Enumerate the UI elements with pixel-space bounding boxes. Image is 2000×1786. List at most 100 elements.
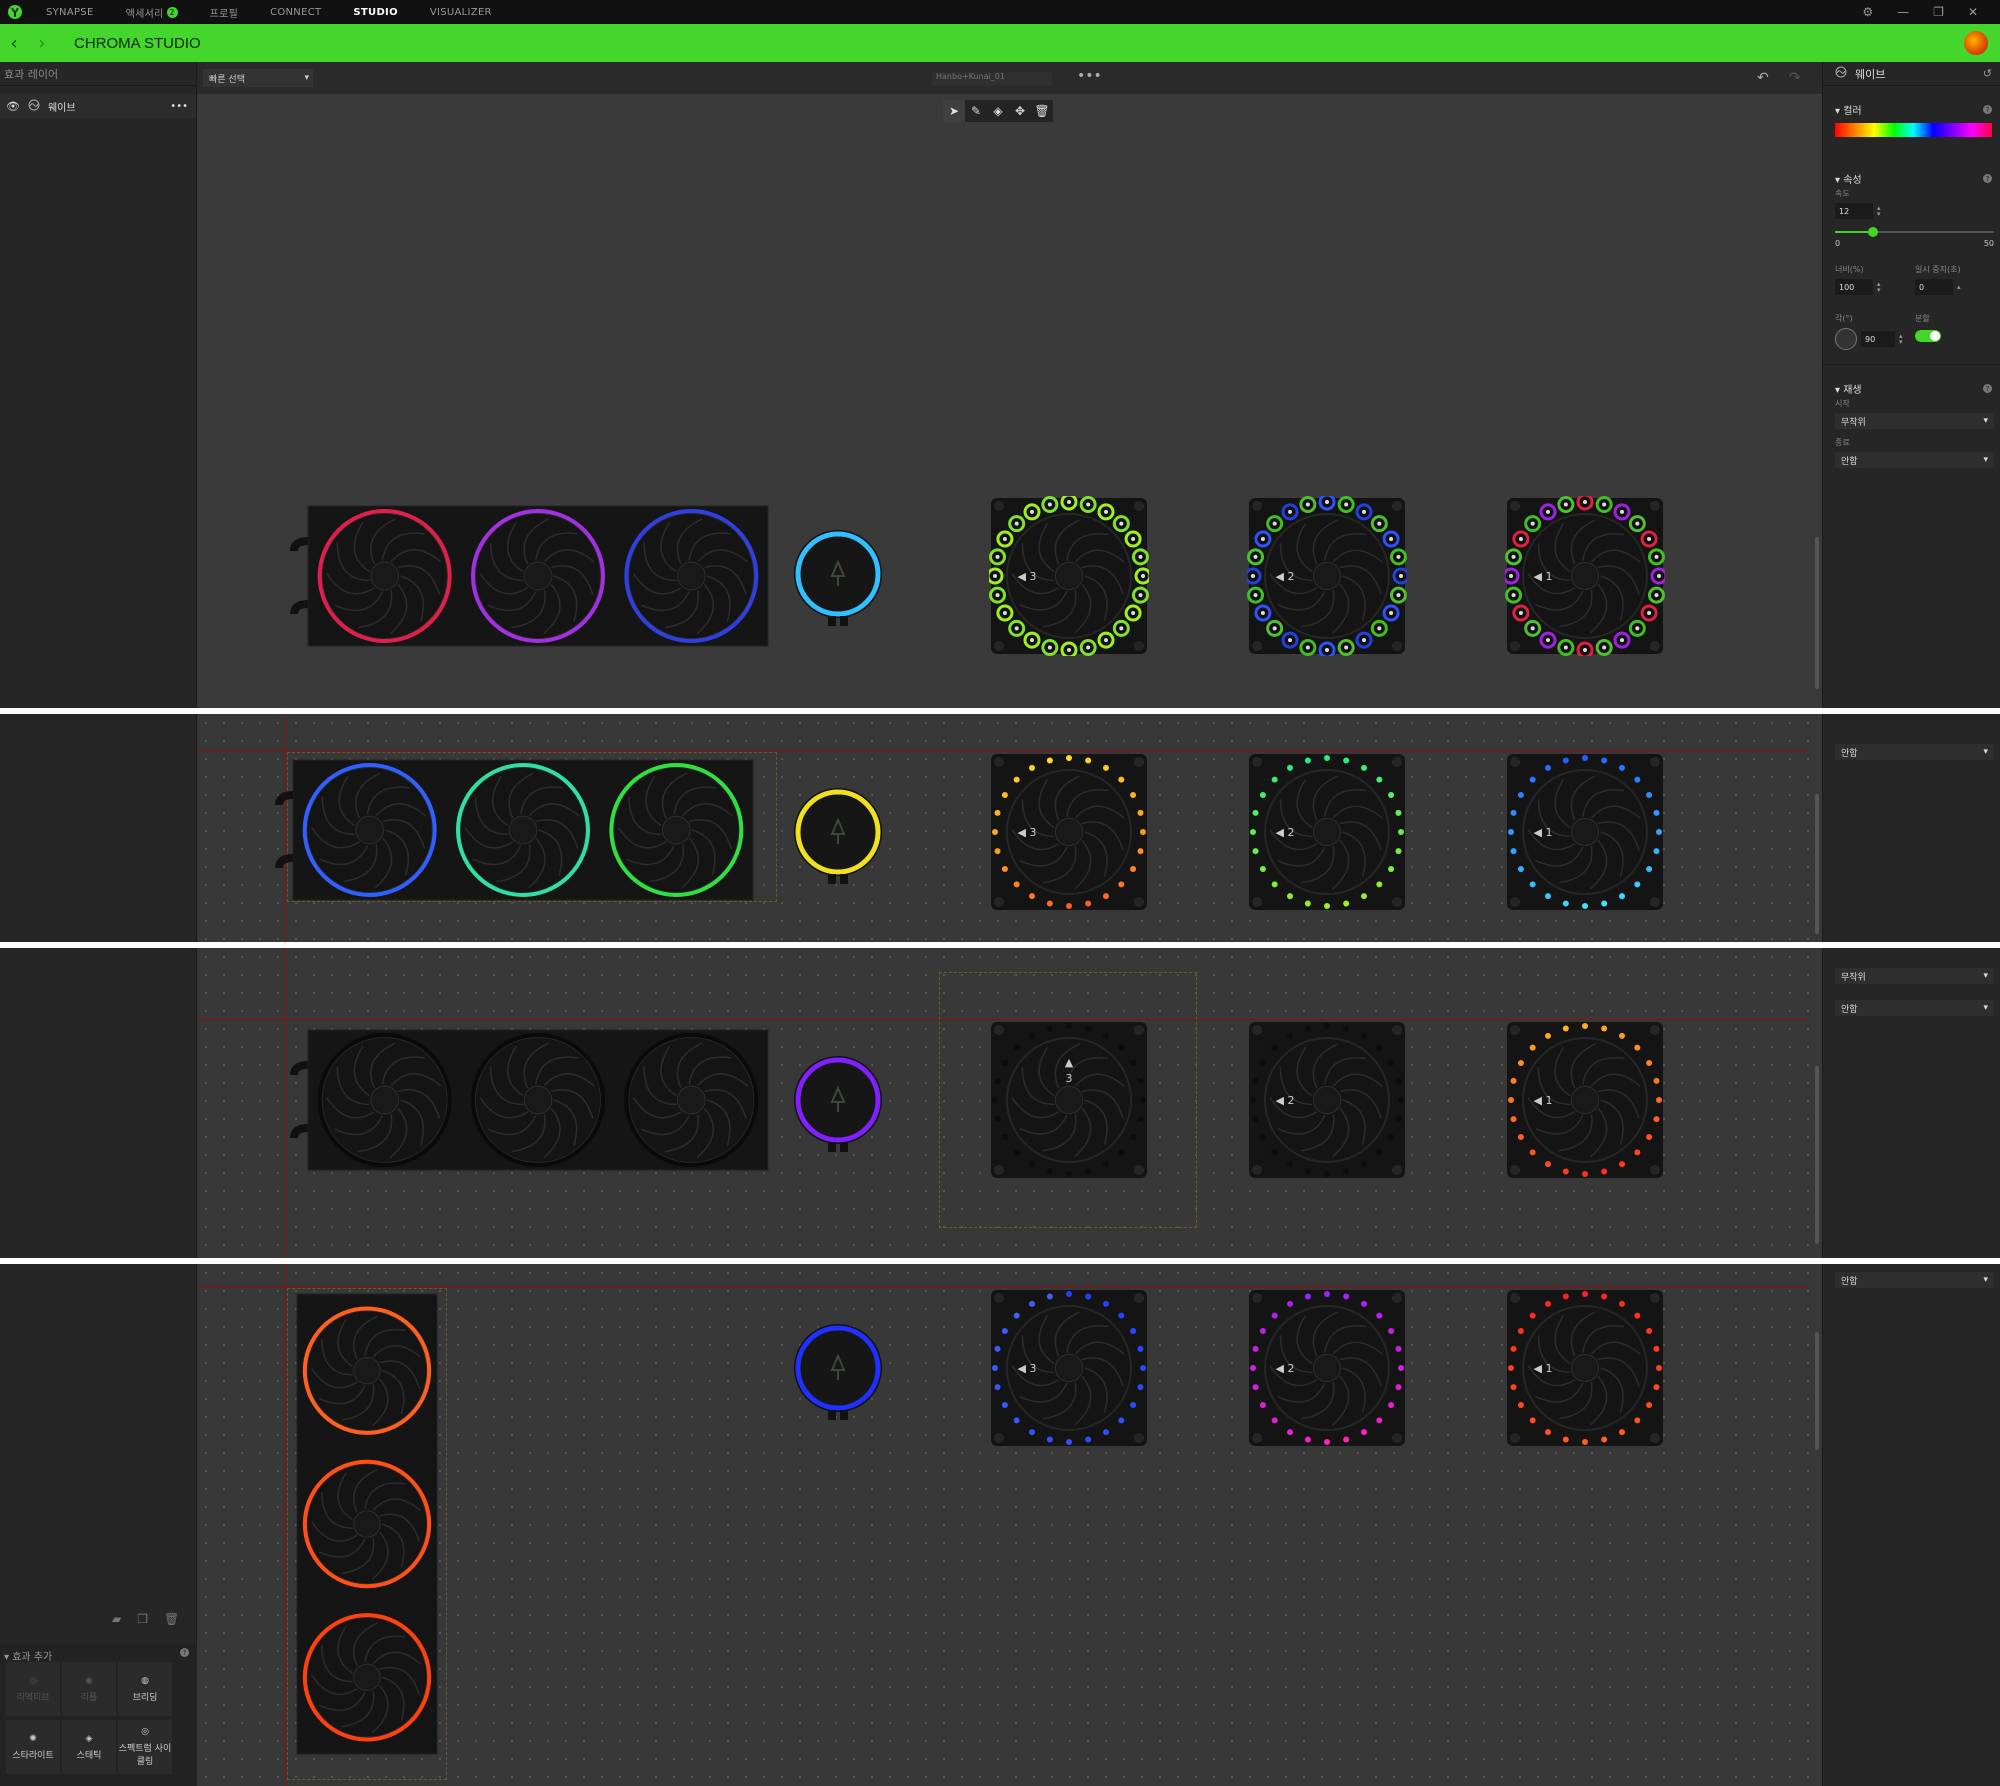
delete-icon[interactable]: 🗑 <box>164 1612 179 1626</box>
fill-tool-icon[interactable]: ◈ <box>987 100 1009 122</box>
stepper-arrows-icon[interactable]: ▴ ▾ <box>1899 333 1903 346</box>
start-dropdown[interactable]: 무작위 ▾ <box>1835 413 1994 429</box>
undo-icon[interactable]: ↶ <box>1757 70 1769 86</box>
pointer-tool-icon[interactable]: ➤ <box>943 100 965 122</box>
radiator-device[interactable] <box>278 476 798 676</box>
pencil-tool-icon[interactable]: ✎ <box>965 100 987 122</box>
tab-studio[interactable]: STUDIO <box>353 7 397 18</box>
start-dropdown[interactable]: 무작위 ▾ <box>1835 968 1994 984</box>
eye-icon[interactable]: 👁 <box>6 100 20 113</box>
tab-synapse[interactable]: SYNAPSE <box>46 7 94 18</box>
effect-static-button[interactable]: ◈ 스태틱 <box>62 1720 116 1774</box>
color-section[interactable]: ▾ 컬러? <box>1823 102 2000 117</box>
help-icon[interactable]: ? <box>1983 384 1992 393</box>
fan-device[interactable]: ◀ 3 <box>989 1288 1149 1448</box>
file-name-field[interactable]: Hanbo+Kunai_01 <box>932 72 1052 86</box>
pump-device[interactable] <box>788 1318 888 1428</box>
device-canvas[interactable]: ◀ 3 ◀ 2 ◀ 1 <box>197 714 1822 942</box>
stepper-up-icon[interactable]: ▴ <box>1957 283 1961 291</box>
settings-icon[interactable]: ⚙ <box>1862 5 1873 19</box>
fan-device[interactable]: ◀ 2 <box>1247 496 1407 656</box>
fan-device[interactable]: ◀ 3 <box>989 496 1149 656</box>
speed-slider-knob[interactable] <box>1868 227 1879 237</box>
help-icon[interactable]: ? <box>1983 174 1992 183</box>
device-canvas[interactable]: 3 ▲ ◀ 2 ◀ 1 <box>197 948 1822 1258</box>
selection-toolbar: ➤ ✎ ◈ ✥ 🗑 <box>943 100 1053 122</box>
redo-icon[interactable]: ↷ <box>1789 70 1801 86</box>
layer-row-wave[interactable]: 👁 웨이브 ••• <box>0 94 196 118</box>
quick-select-label: 빠른 선택 <box>209 74 245 85</box>
fan-device[interactable]: ◀ 1 <box>1505 1020 1665 1180</box>
restore-button[interactable]: ❐ <box>1933 5 1944 19</box>
effect-spectrum-button[interactable]: ◎ 스펙트럼 사이클링 <box>118 1720 172 1774</box>
canvas-scrollbar[interactable] <box>1815 1066 1819 1244</box>
forward-arrow-icon[interactable]: › <box>28 33 56 54</box>
chevron-down-icon: ▾ <box>1983 747 1988 757</box>
canvas-scrollbar[interactable] <box>1815 794 1819 934</box>
close-button[interactable]: ✕ <box>1968 5 1978 19</box>
angle-dial[interactable] <box>1835 328 1857 350</box>
move-tool-icon[interactable]: ✥ <box>1009 100 1031 122</box>
start-label: 시작 <box>1835 399 1850 408</box>
radiator-device[interactable] <box>267 1264 467 1784</box>
end-dropdown[interactable]: 안함 ▾ <box>1835 1000 1994 1016</box>
playback-section[interactable]: ▾ 재생? <box>1823 381 2000 396</box>
help-icon[interactable]: ? <box>180 1648 189 1657</box>
minimize-button[interactable]: — <box>1897 5 1909 19</box>
radiator-device[interactable] <box>263 730 783 930</box>
fan-device[interactable]: ◀ 2 <box>1247 752 1407 912</box>
help-icon[interactable]: ? <box>1983 105 1992 114</box>
svg-text:◀ 1: ◀ 1 <box>1534 570 1553 583</box>
window-controls: ⚙ — ❐ ✕ <box>1862 5 2000 19</box>
file-menu-icon[interactable]: ••• <box>1077 68 1102 84</box>
speed-input[interactable]: 12 <box>1835 203 1873 219</box>
quick-select-dropdown[interactable]: 빠른 선택 ▾ <box>203 69 313 87</box>
pump-device[interactable] <box>788 524 888 634</box>
tab-visualizer[interactable]: VISUALIZER <box>430 7 492 18</box>
tab-label: 액세서리 <box>125 8 164 20</box>
razer-logo-icon[interactable] <box>0 0 30 24</box>
fan-device[interactable]: ◀ 1 <box>1505 496 1665 656</box>
radiator-device[interactable] <box>278 1000 798 1200</box>
device-canvas[interactable]: 빠른 선택 ▾ Hanbo+Kunai_01 ••• ↶ ↷ ➤ ✎ ◈ ✥ 🗑 … <box>197 62 1822 708</box>
canvas-scrollbar[interactable] <box>1815 1332 1819 1450</box>
duplicate-icon[interactable]: ❐ <box>137 1612 148 1626</box>
user-avatar[interactable] <box>1964 31 1988 55</box>
effect-breathing-button[interactable]: ◍ 브리딩 <box>118 1662 172 1716</box>
color-spectrum-bar[interactable] <box>1835 123 1992 137</box>
speed-slider[interactable] <box>1835 227 1994 237</box>
tab-label: VISUALIZER <box>429 6 492 18</box>
end-dropdown[interactable]: 안함 ▾ <box>1835 744 1994 760</box>
end-dropdown[interactable]: 안함 ▾ <box>1835 452 1994 468</box>
trash-tool-icon[interactable]: 🗑 <box>1031 100 1053 122</box>
stepper-arrows-icon[interactable]: ▴ ▾ <box>1877 281 1881 294</box>
pump-device[interactable] <box>788 1050 888 1160</box>
tab-profiles[interactable]: 프로필 <box>210 5 239 20</box>
fan-device[interactable]: ◀ 1 <box>1505 1288 1665 1448</box>
tab-connect[interactable]: CONNECT <box>270 7 321 18</box>
stepper-arrows-icon[interactable]: ▴ ▾ <box>1877 205 1881 218</box>
split-toggle[interactable] <box>1915 330 1941 342</box>
properties-section[interactable]: ▾ 속성? <box>1823 171 2000 186</box>
fan-device[interactable]: ◀ 3 <box>989 752 1149 912</box>
reset-icon[interactable]: ↺ <box>1983 67 1992 80</box>
back-arrow-icon[interactable]: ‹ <box>0 33 28 54</box>
fan-device[interactable]: 3▲ <box>989 1020 1149 1180</box>
layer-menu-icon[interactable]: ••• <box>170 101 188 112</box>
pump-device[interactable] <box>788 782 888 892</box>
effect-reactive-button[interactable]: ◎ 리액티브 <box>6 1662 60 1716</box>
canvas-scrollbar[interactable] <box>1815 537 1819 689</box>
fan-device[interactable]: ◀ 1 <box>1505 752 1665 912</box>
fan-device[interactable]: ◀ 2 <box>1247 1288 1407 1448</box>
tab-accessories[interactable]: 액세서리 2 <box>126 5 178 20</box>
device-canvas[interactable]: ◀ 3 ◀ 2 ◀ 1 <box>197 1264 1822 1786</box>
effect-ripple-button[interactable]: ◉ 리플 <box>62 1662 116 1716</box>
fan-device[interactable]: ◀ 2 <box>1247 1020 1407 1180</box>
width-input[interactable]: 100 <box>1835 279 1873 295</box>
end-dropdown[interactable]: 안함 ▾ <box>1835 1272 1994 1288</box>
add-effect-panel: ▾ 효과 추가 ? ◎ 리액티브 ◉ 리플 ◍ 브리딩 ✺ 스타라이트 ◈ 스태틱 ◎ 스펙… <box>0 1644 197 1786</box>
effect-starlight-button[interactable]: ✺ 스타라이트 <box>6 1720 60 1774</box>
angle-input[interactable]: 90 <box>1861 331 1895 347</box>
pause-input[interactable]: 0 <box>1915 279 1953 295</box>
folder-icon[interactable]: ▰ <box>112 1612 121 1626</box>
